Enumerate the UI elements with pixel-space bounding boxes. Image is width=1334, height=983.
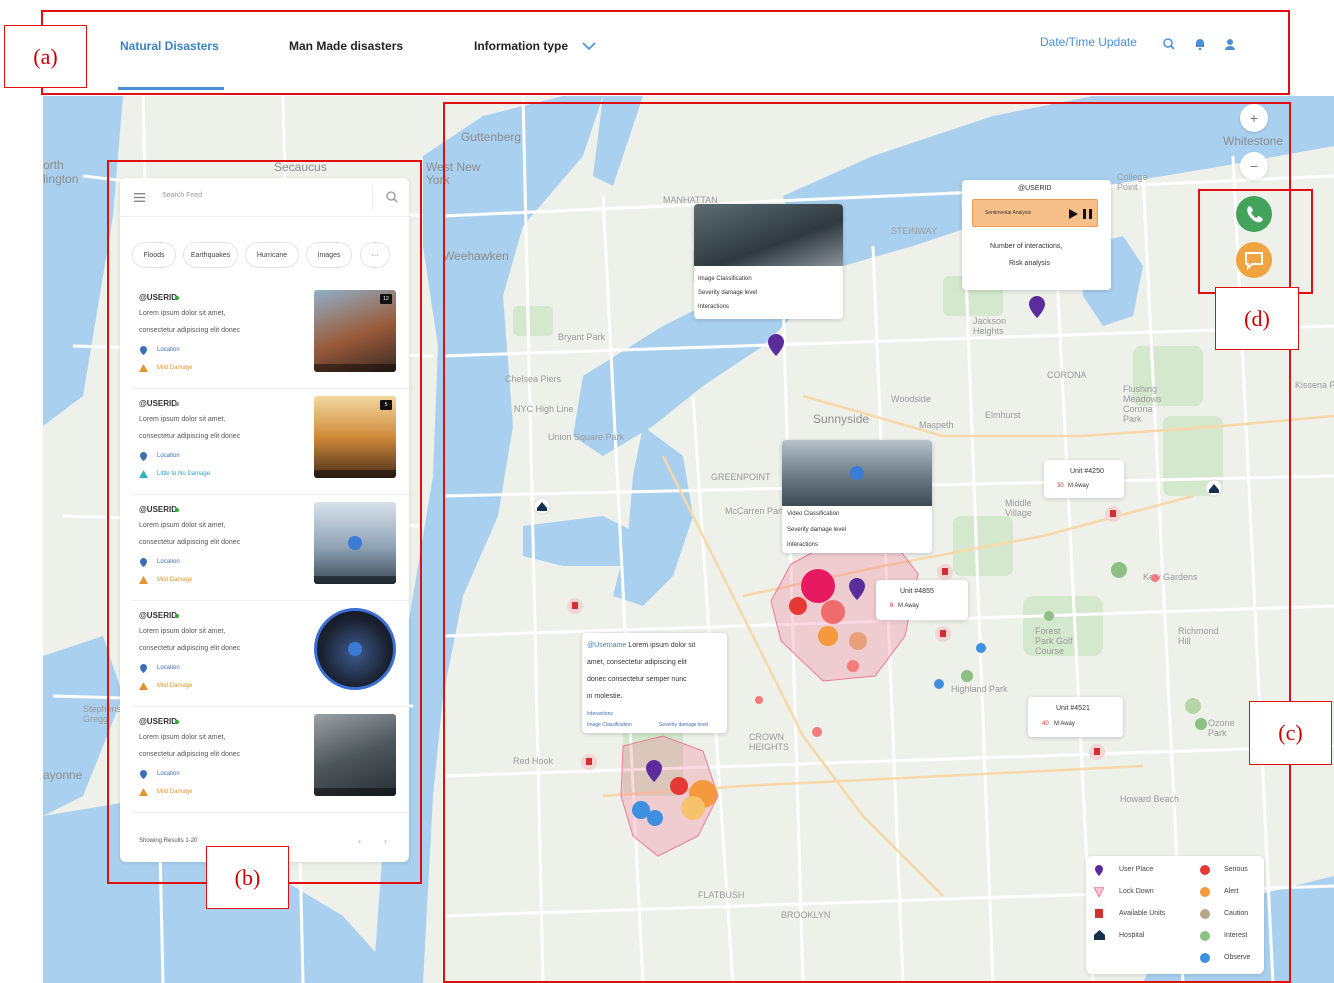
annotation-box-c — [443, 102, 1291, 983]
annotation-label-d: (d) — [1215, 287, 1299, 350]
annotation-box-a — [41, 10, 1290, 95]
annotation-box-d — [1198, 189, 1313, 294]
annotation-label-a: (a) — [4, 25, 87, 88]
annotation-label-c: (c) — [1249, 701, 1332, 765]
annotation-box-b — [107, 160, 422, 884]
annotation-label-b: (b) — [206, 846, 289, 909]
